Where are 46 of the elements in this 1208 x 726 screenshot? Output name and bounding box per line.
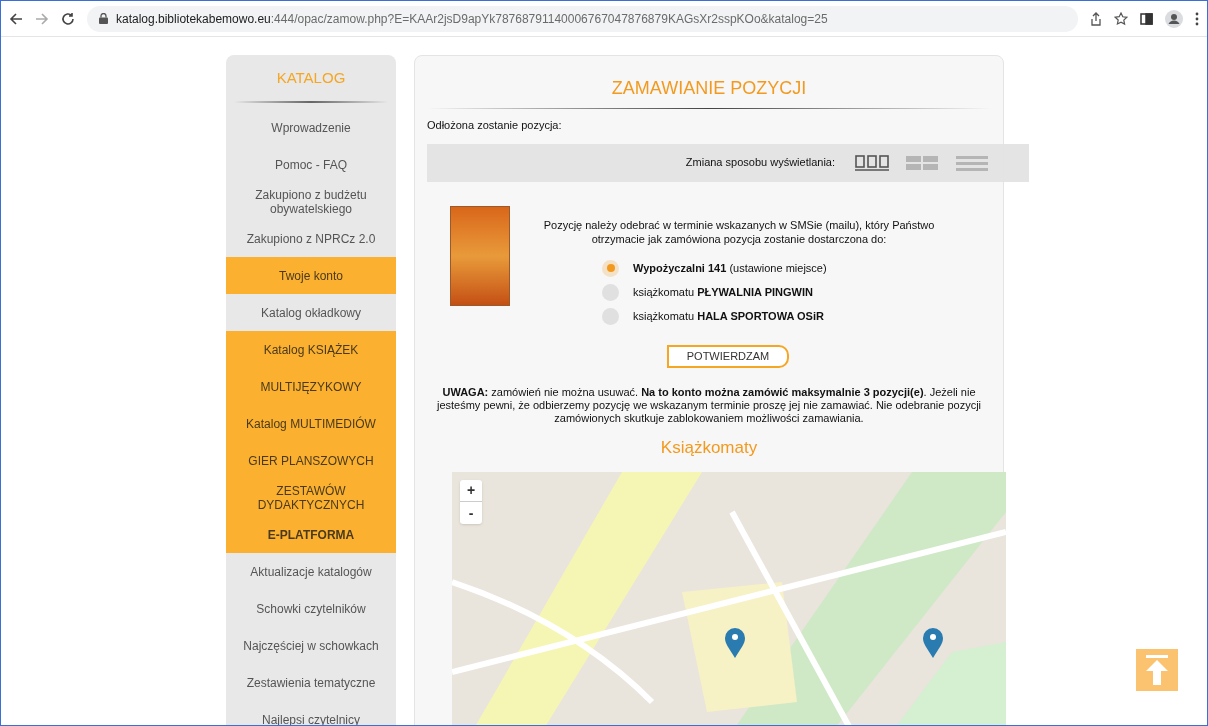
sidebar-link[interactable]: Zestawienia tematyczne [226,664,396,701]
radio-label: książkomatu HALA SPORTOWA OSiR [633,308,824,324]
page-title: ZAMAWIANIE POZYCJI [610,77,808,100]
map-marker-icon [725,628,745,658]
sidebar-icon[interactable] [1140,12,1153,25]
view-label: Zmiana sposobu wyświetlania: [685,155,835,171]
notice-text: UWAGA: zamówień nie można usuwać. Na to konto można zamówić maksymalnie 3 pozycji(e). Jeżeli nie jesteśmy pewni, że odbierzemy pozycję we wskazanym terminie proszę jej nie zamawiać. Nie odebranie pozycji zamówionych skutkuje zablokowaniem możliwości zamawiania. [435,385,983,425]
section-heading: Książkomaty [659,436,759,459]
sidebar-link[interactable]: Aktualizacje katalogów [226,553,396,590]
columns-view-icon[interactable] [855,153,889,172]
radio-button[interactable] [602,259,619,277]
up-arrow-icon [1146,655,1168,685]
share-icon[interactable] [1090,11,1102,26]
sidebar-link[interactable]: Zakupiono z budżetu obywatelskiego [226,183,396,220]
sidebar-link[interactable]: Zakupiono z NPRCz 2.0 [226,220,396,257]
radio-label: książkomatu PŁYWALNIA PINGWIN [633,284,813,300]
sidebar-title: KATALOG [275,67,347,88]
sidebar-link[interactable]: GIER PLANSZOWYCH [226,442,396,479]
forward-icon[interactable] [35,11,49,26]
star-icon[interactable] [1114,11,1128,26]
tiles-view-icon[interactable] [905,153,939,172]
sidebar-link[interactable]: ZESTAWÓW DYDAKTYCZNYCH [226,479,396,516]
menu-icon[interactable] [1195,11,1199,26]
zoom-out-button[interactable]: - [460,502,482,524]
lock-icon [99,13,108,24]
profile-icon[interactable] [1165,9,1183,28]
sidebar-link[interactable]: Najczęściej w schowkach [226,627,396,664]
sidebar-link[interactable]: Katalog okładkowy [226,294,396,331]
sidebar-link[interactable]: Katalog MULTIMEDIÓW [226,405,396,442]
pickup-info-text: Pozycję należy odebrać w terminie wskazanych w SMSie (mailu), który Państwo otrzymacie jak zamówiona pozycja zostanie dostarczona do: [542,217,936,246]
zoom-in-button[interactable]: + [460,480,482,502]
confirm-button[interactable]: POTWIERDZAM [667,344,789,368]
radio-label: Wypożyczalni 141 (ustawione miejsce) [633,260,827,276]
sidebar-link[interactable]: E-PLATFORMA [226,516,396,553]
back-icon[interactable] [9,11,23,26]
sidebar-link[interactable]: Katalog KSIĄŻEK [226,331,396,368]
sidebar-link[interactable]: Schowki czytelników [226,590,396,627]
reload-icon[interactable] [61,11,75,26]
subtitle: Odłożona zostanie pozycja: [426,118,563,133]
url-text: katalog.bibliotekabemowo.eu:444/opac/zamow.php?E=KAAr2jsD9apYk78768791140006767047876879KAGsXr2sspKOo&katalog=25 [116,10,828,28]
sidebar-link[interactable]: Twoje konto [226,257,396,294]
address-bar[interactable]: katalog.bibliotekabemowo.eu:444/opac/zamow.php?E=KAAr2jsD9apYk78768791140006767047876879KAGsXr2sspKOo&katalog=25 [87,5,1078,32]
sidebar-link[interactable]: Wprowadzenie [226,109,396,146]
map-marker-icon [923,628,943,658]
sidebar-link[interactable]: Pomoc - FAQ [226,146,396,183]
sidebar-link[interactable]: MULTIJĘZYKOWY [226,368,396,405]
